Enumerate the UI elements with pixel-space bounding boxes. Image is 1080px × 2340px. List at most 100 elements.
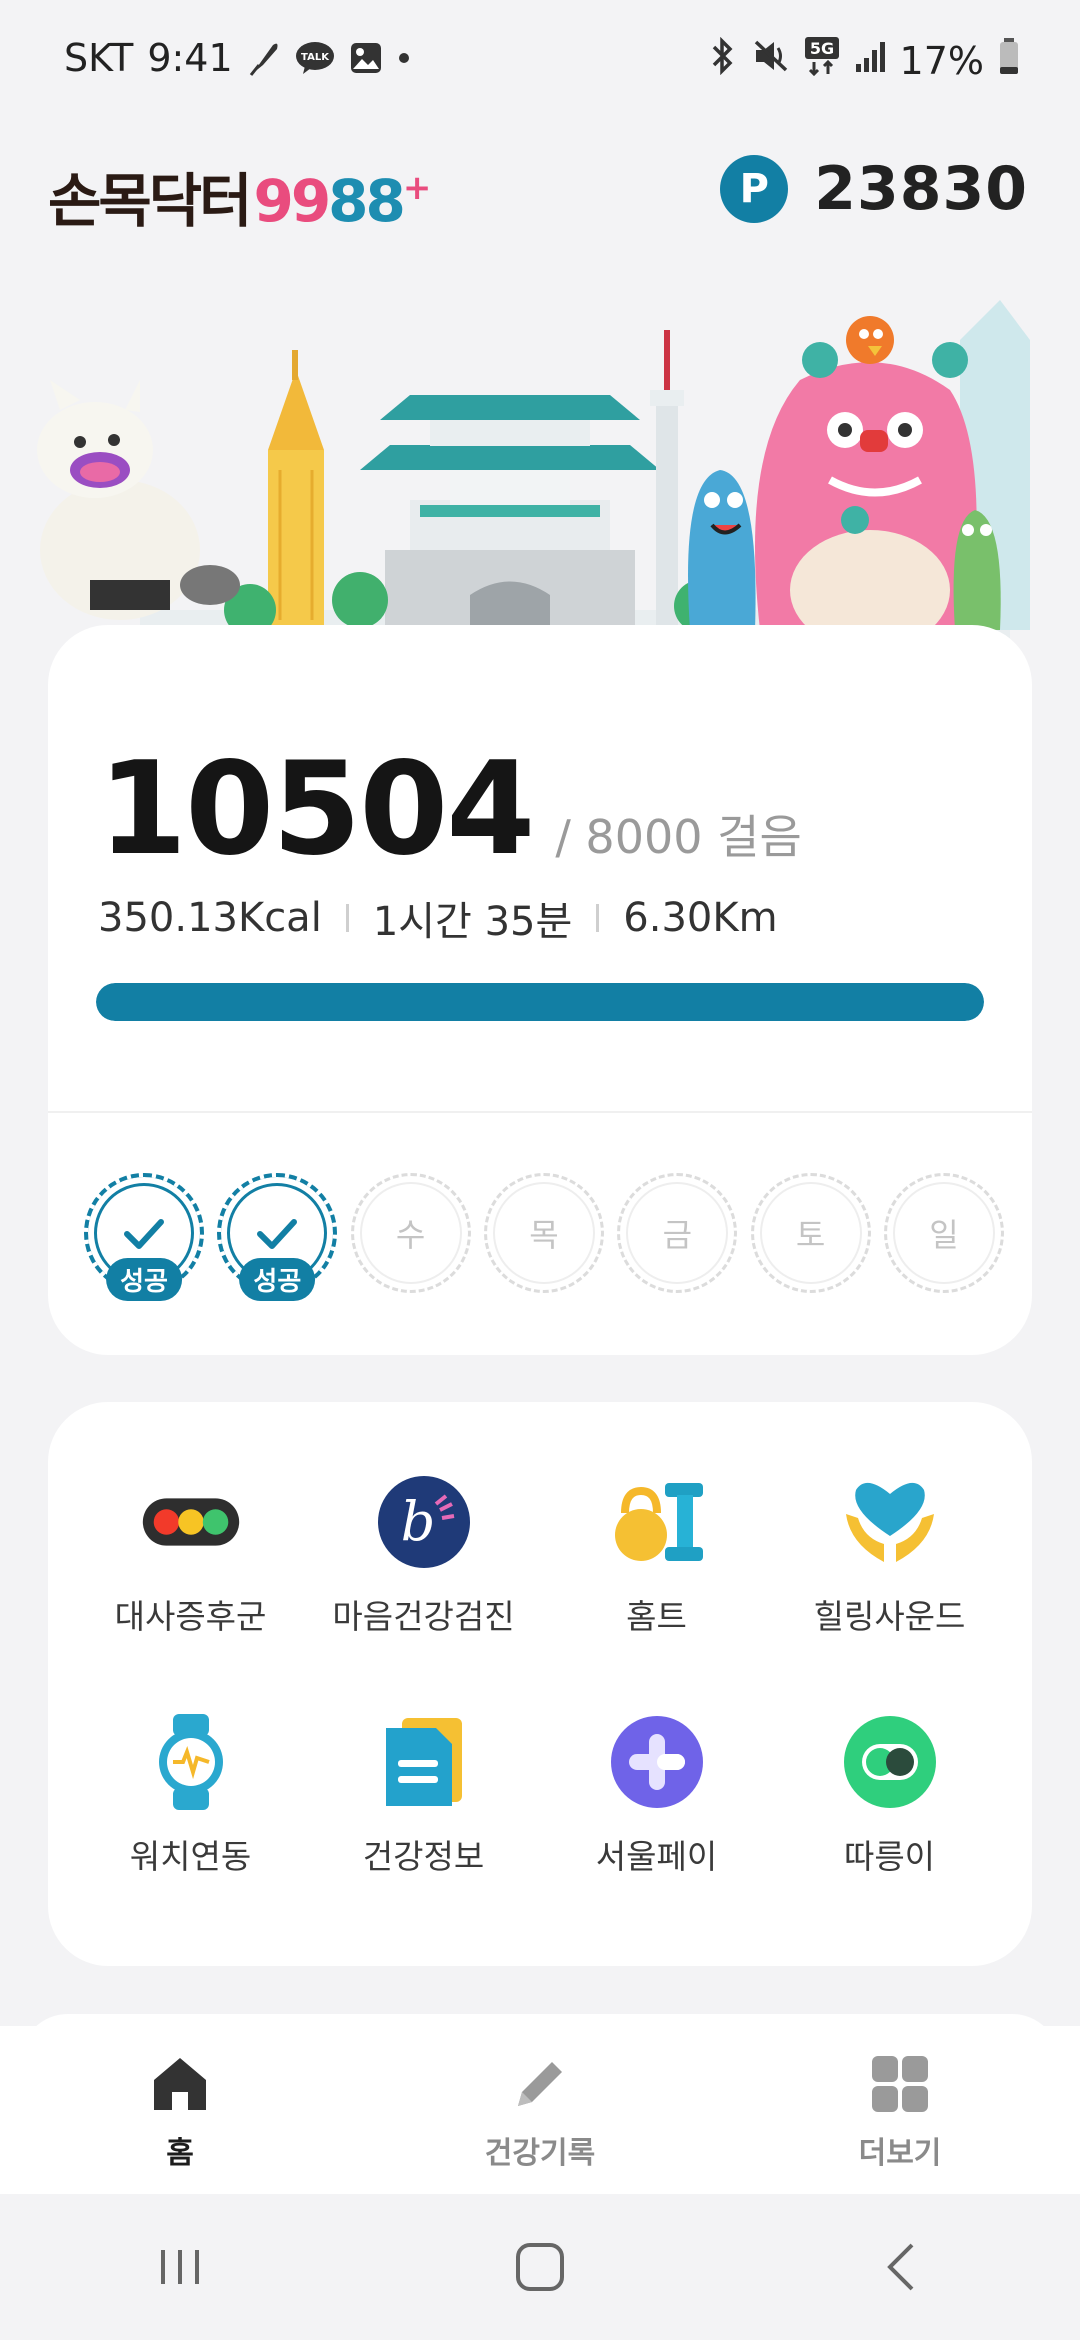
blue-creature-mascot bbox=[688, 470, 756, 630]
duration-value: 1시간 35분 bbox=[372, 899, 573, 945]
day-status-6: 토 bbox=[750, 1173, 871, 1293]
signal-icon bbox=[854, 39, 886, 83]
success-badge: 성공 bbox=[239, 1258, 316, 1301]
card-divider bbox=[48, 1111, 1032, 1113]
activity-stats: 350.13Kcal 1시간 35분 6.30Km bbox=[98, 889, 778, 947]
menu-label: 마음건강검진 bbox=[332, 1597, 515, 1636]
points-value: 23830 bbox=[814, 154, 1028, 224]
nav-tab-1[interactable]: 홈 bbox=[0, 2026, 360, 2194]
day-status-3: 수 bbox=[350, 1173, 471, 1293]
day-status-4: 목 bbox=[483, 1173, 604, 1293]
kettlebell-dumbbell-icon bbox=[607, 1472, 707, 1572]
nav-tab-3[interactable]: 더보기 bbox=[720, 2026, 1080, 2194]
carrier: SKT bbox=[64, 36, 134, 80]
palace-gate-illustration bbox=[360, 395, 660, 630]
points-display[interactable]: P 23830 bbox=[720, 154, 1028, 224]
step-progress-fill bbox=[96, 983, 984, 1021]
app-header: 손목닥터 9 9 8 8 + P 23830 bbox=[0, 140, 1080, 250]
mute-icon bbox=[752, 38, 790, 83]
nav-label: 건강기록 bbox=[484, 2136, 596, 2171]
menu-item-4[interactable]: 힐링사운드 bbox=[773, 1472, 1006, 1638]
check-icon bbox=[257, 1219, 298, 1249]
menu-item-2[interactable]: b 마음건강검진 bbox=[307, 1472, 540, 1638]
day-status-1: 성공 bbox=[84, 1173, 204, 1301]
clock: 9:41 bbox=[147, 36, 233, 80]
day-status-7: 일 bbox=[883, 1173, 1004, 1293]
stat-divider bbox=[596, 904, 600, 932]
calories-value: 350.13Kcal bbox=[98, 895, 322, 941]
recent-apps-button[interactable] bbox=[120, 2227, 240, 2307]
step-progress-bar bbox=[96, 983, 984, 1021]
day-label: 일 bbox=[929, 1216, 959, 1254]
home-circle-icon bbox=[516, 2243, 564, 2291]
gallery-icon bbox=[349, 41, 383, 75]
check-icon bbox=[124, 1219, 164, 1249]
status-bar: SKT 9:41 TALK 5G 17% bbox=[0, 0, 1080, 118]
bottom-navigation: 홈 건강기록 더보기 bbox=[0, 2026, 1080, 2194]
pencil-icon bbox=[504, 2048, 576, 2120]
hero-illustration bbox=[0, 300, 1080, 680]
menu-label: 홈트 bbox=[626, 1597, 687, 1636]
menu-item-3[interactable]: 홈트 bbox=[540, 1472, 773, 1638]
back-chevron-icon bbox=[887, 2243, 914, 2291]
day-label: 금 bbox=[662, 1216, 693, 1254]
mind-check-icon: b bbox=[374, 1472, 474, 1572]
day-label: 목 bbox=[529, 1216, 559, 1254]
recent-apps-icon bbox=[161, 2250, 199, 2284]
step-count: 10504 bbox=[98, 735, 535, 884]
day-status-5: 금 bbox=[617, 1173, 738, 1293]
menu-label: 따릉이 bbox=[843, 1837, 936, 1876]
document-icon bbox=[374, 1712, 474, 1812]
home-icon bbox=[144, 2048, 216, 2120]
day-status-2: 성공 bbox=[217, 1173, 338, 1301]
status-right: 5G 17% bbox=[708, 36, 1020, 85]
kakaotalk-icon: TALK bbox=[295, 40, 335, 76]
service-menu-card: 대사증후군 b 마음건강검진 홈트 힐링사운드워치연동 건강정보 서울페이 따릉이 bbox=[48, 1402, 1032, 1966]
step-goal: / 8000 걸음 bbox=[555, 810, 802, 864]
menu-label: 서울페이 bbox=[595, 1837, 718, 1876]
white-cat-mascot bbox=[37, 380, 240, 620]
menu-item-6[interactable]: 건강정보 bbox=[307, 1712, 540, 1878]
back-button[interactable] bbox=[840, 2227, 960, 2307]
network-5g-icon: 5G bbox=[804, 36, 840, 85]
distance-value: 6.30Km bbox=[623, 895, 778, 941]
step-summary-card[interactable]: 10504 / 8000 걸음 350.13Kcal 1시간 35분 6.30K… bbox=[48, 625, 1032, 1355]
heart-hands-icon bbox=[840, 1472, 940, 1572]
menu-item-7[interactable]: 서울페이 bbox=[540, 1712, 773, 1878]
svg-text:b: b bbox=[400, 1490, 435, 1553]
nav-label: 홈 bbox=[166, 2136, 194, 2171]
app-logo: 손목닥터 9 9 8 8 + bbox=[48, 167, 431, 235]
menu-item-5[interactable]: 워치연동 bbox=[74, 1712, 307, 1878]
talk-badge-text: TALK bbox=[301, 52, 330, 63]
success-badge: 성공 bbox=[106, 1258, 182, 1301]
service-menu-grid: 대사증후군 b 마음건강검진 홈트 힐링사운드워치연동 건강정보 서울페이 따릉이 bbox=[48, 1472, 1032, 1878]
status-left: SKT 9:41 TALK bbox=[64, 36, 411, 80]
notification-dot-icon bbox=[397, 51, 411, 65]
day-label: 토 bbox=[795, 1216, 826, 1254]
watch-icon bbox=[141, 1712, 241, 1812]
tower-illustration bbox=[268, 350, 324, 630]
menu-item-1[interactable]: 대사증후군 bbox=[74, 1472, 307, 1638]
bluetooth-icon bbox=[708, 36, 738, 84]
bike-share-icon bbox=[840, 1712, 940, 1812]
menu-label: 건강정보 bbox=[362, 1837, 485, 1876]
seoul-tower-illustration bbox=[650, 330, 684, 626]
battery-icon bbox=[998, 37, 1020, 84]
menu-item-8[interactable]: 따릉이 bbox=[773, 1712, 1006, 1878]
menu-label: 대사증후군 bbox=[114, 1597, 267, 1636]
traffic-light-icon bbox=[141, 1472, 241, 1572]
point-icon: P bbox=[720, 155, 789, 223]
battery-percent: 17% bbox=[899, 38, 984, 83]
nav-tab-2[interactable]: 건강기록 bbox=[360, 2026, 720, 2194]
step-count-row: 10504 / 8000 걸음 bbox=[98, 735, 802, 884]
feather-icon bbox=[247, 39, 281, 77]
menu-label: 힐링사운드 bbox=[813, 1597, 966, 1636]
weekly-goal-tracker: 성공 성공 수 목 금 토 일 bbox=[84, 1173, 1004, 1301]
grid-icon bbox=[864, 2048, 936, 2120]
seoulpay-icon bbox=[607, 1712, 707, 1812]
network-type: 5G bbox=[809, 39, 833, 58]
menu-label: 워치연동 bbox=[129, 1837, 252, 1876]
stat-divider bbox=[345, 904, 349, 932]
pink-monster-mascot bbox=[755, 316, 977, 650]
home-system-button[interactable] bbox=[480, 2227, 600, 2307]
